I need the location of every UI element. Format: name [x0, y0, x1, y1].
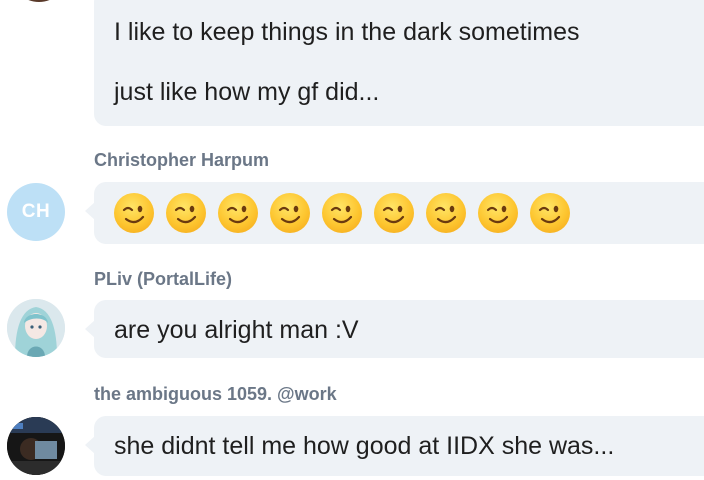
dj-photo-avatar-icon: [7, 417, 65, 475]
message-bubble: I like to keep things in the dark someti…: [94, 0, 704, 126]
bubble-tail: [85, 202, 95, 220]
message-text: she didnt tell me how good at IIDX she w…: [114, 432, 615, 460]
bubble-tail: [85, 436, 95, 454]
message-bubble: [85, 182, 704, 244]
sender-name[interactable]: the ambiguous 1059. @work: [94, 384, 337, 405]
winking-face-icon: [478, 193, 518, 233]
winking-face-icon: [530, 193, 570, 233]
message-text: I like to keep things in the dark someti…: [114, 18, 580, 46]
winking-face-icon: [322, 193, 362, 233]
winking-face-icon: [270, 193, 310, 233]
avatar[interactable]: [10, 0, 68, 2]
message-text: are you alright man :V: [114, 316, 359, 344]
bubble-tail: [85, 320, 95, 338]
message-text: just like how my gf did...: [114, 78, 380, 106]
avatar[interactable]: [7, 299, 65, 357]
avatar-initials: CH: [21, 201, 51, 222]
message-bubble: she didnt tell me how good at IIDX she w…: [85, 416, 704, 476]
sender-name[interactable]: Christopher Harpum: [94, 150, 269, 171]
winking-face-icon: [166, 193, 206, 233]
winking-face-icon: [218, 193, 258, 233]
winking-face-icon: [374, 193, 414, 233]
message-bubble: are you alright man :V: [85, 300, 704, 358]
winking-face-icon: [426, 193, 466, 233]
avatar[interactable]: [7, 417, 65, 475]
winking-face-icon: [114, 193, 154, 233]
avatar[interactable]: CH: [7, 183, 65, 241]
anime-girl-avatar-icon: [7, 299, 65, 357]
sender-name[interactable]: PLiv (PortalLife): [94, 269, 232, 290]
